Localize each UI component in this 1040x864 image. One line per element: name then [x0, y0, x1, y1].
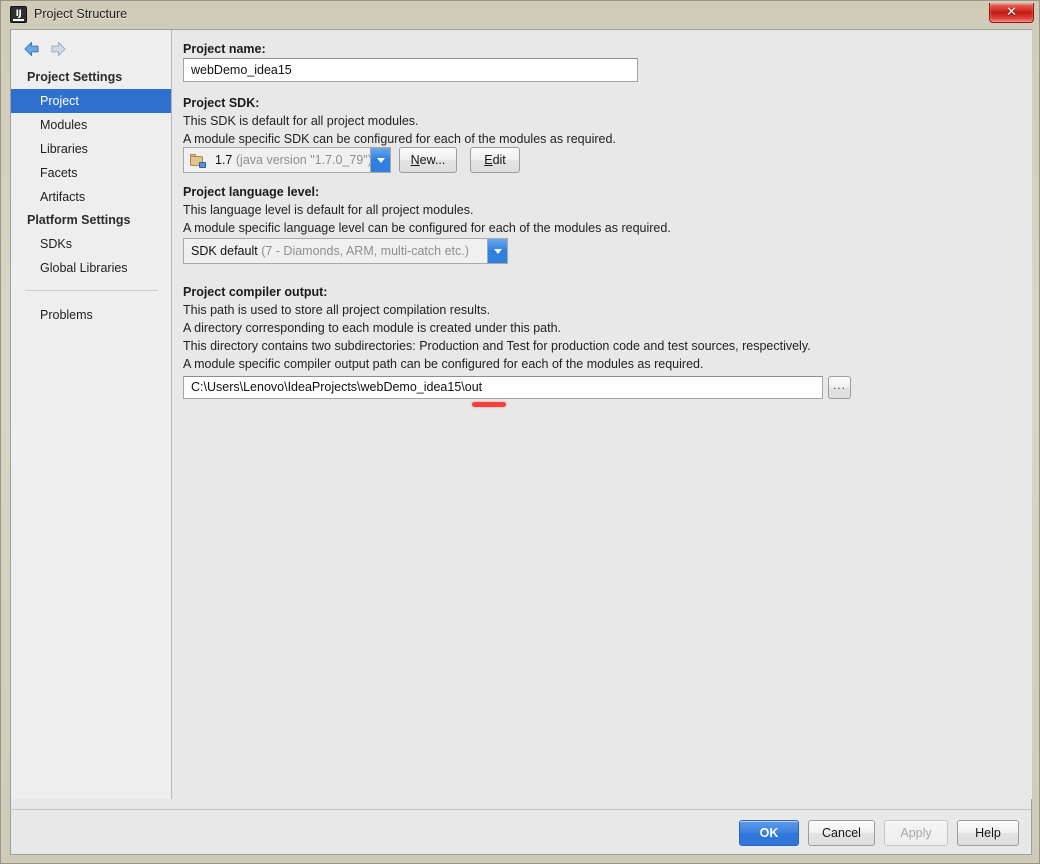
- new-button-mnemonic: N: [410, 153, 420, 167]
- close-icon: ✕: [1006, 5, 1017, 20]
- cancel-button-label: Cancel: [822, 826, 861, 840]
- close-button[interactable]: ✕: [989, 3, 1034, 23]
- edit-sdk-button[interactable]: Edit: [470, 147, 520, 173]
- sidebar-item-project[interactable]: Project: [11, 89, 171, 113]
- sidebar-item-modules[interactable]: Modules: [11, 113, 171, 137]
- edit-button-label: dit: [492, 153, 506, 167]
- project-sdk-value: 1.7 (java version "1.7.0_79"): [208, 153, 370, 167]
- dialog-content: Project Settings Project Modules Librari…: [10, 29, 1032, 809]
- cancel-button[interactable]: Cancel: [808, 820, 875, 846]
- navigation-arrows: [21, 38, 91, 62]
- sidebar-item-artifacts[interactable]: Artifacts: [11, 185, 171, 209]
- arrow-right-icon[interactable]: [47, 38, 69, 60]
- settings-sidebar: Project Settings Project Modules Librari…: [11, 30, 172, 799]
- project-sdk-description-line-2: A module specific SDK can be configured …: [183, 132, 616, 146]
- jdk-folder-icon: [190, 153, 206, 168]
- sidebar-divider: [25, 290, 158, 291]
- new-button-label: ew...: [419, 153, 446, 167]
- ok-button[interactable]: OK: [739, 820, 799, 846]
- project-name-label: Project name:: [183, 42, 266, 56]
- project-sdk-name: 1.7: [215, 153, 233, 167]
- project-settings-panel: Project name: webDemo_idea15 Project SDK…: [173, 30, 1032, 799]
- browse-button-label: ...: [832, 378, 846, 392]
- chevron-down-icon[interactable]: [370, 148, 390, 172]
- ok-button-label: OK: [759, 826, 779, 840]
- title-bar[interactable]: IJ Project Structure ✕: [1, 1, 1039, 29]
- window-title: Project Structure: [34, 7, 128, 21]
- help-button-label: Help: [975, 826, 1001, 840]
- language-level-description-line-1: This language level is default for all p…: [183, 203, 474, 217]
- language-level-value: SDK default (7 - Diamonds, ARM, multi-ca…: [184, 244, 487, 258]
- red-underline-annotation: [472, 402, 506, 407]
- sidebar-group-header-project-settings: Project Settings: [27, 70, 123, 84]
- sidebar-group-header-platform-settings: Platform Settings: [27, 213, 131, 227]
- project-sdk-description-line-1: This SDK is default for all project modu…: [183, 114, 419, 128]
- sidebar-item-facets[interactable]: Facets: [11, 161, 171, 185]
- compiler-output-description-line-3: This directory contains two subdirectori…: [183, 339, 811, 353]
- sidebar-item-global-libraries[interactable]: Global Libraries: [11, 256, 171, 280]
- intellij-idea-icon: IJ: [10, 6, 27, 23]
- compiler-output-path-input[interactable]: C:\Users\Lenovo\IdeaProjects\webDemo_ide…: [183, 376, 823, 399]
- language-level-name: SDK default: [191, 244, 258, 258]
- sidebar-item-problems[interactable]: Problems: [11, 303, 171, 327]
- compiler-output-description-line-1: This path is used to store all project c…: [183, 303, 491, 317]
- edit-button-mnemonic: E: [484, 153, 493, 167]
- arrow-left-icon[interactable]: [21, 38, 43, 60]
- language-level-description-line-2: A module specific language level can be …: [183, 221, 671, 235]
- project-name-input[interactable]: webDemo_idea15: [183, 58, 638, 82]
- apply-button-label: Apply: [900, 826, 932, 840]
- new-sdk-button[interactable]: New...: [399, 147, 457, 173]
- project-structure-dialog: IJ Project Structure ✕ Project Settings …: [0, 0, 1040, 864]
- sidebar-item-libraries[interactable]: Libraries: [11, 137, 171, 161]
- compiler-output-label: Project compiler output:: [183, 285, 328, 299]
- chevron-down-icon[interactable]: [487, 239, 507, 263]
- project-sdk-detail: (java version "1.7.0_79"): [235, 153, 370, 167]
- help-button[interactable]: Help: [957, 820, 1019, 846]
- sidebar-item-sdks[interactable]: SDKs: [11, 232, 171, 256]
- language-level-detail: (7 - Diamonds, ARM, multi-catch etc.): [261, 244, 469, 258]
- compiler-output-description-line-4: A module specific compiler output path c…: [183, 357, 704, 371]
- browse-compiler-output-button[interactable]: ...: [828, 376, 851, 399]
- dialog-button-bar: OK Cancel Apply Help: [10, 809, 1032, 855]
- project-sdk-combobox[interactable]: 1.7 (java version "1.7.0_79"): [183, 147, 391, 173]
- apply-button: Apply: [884, 820, 948, 846]
- language-level-combobox[interactable]: SDK default (7 - Diamonds, ARM, multi-ca…: [183, 238, 508, 264]
- compiler-output-description-line-2: A directory corresponding to each module…: [183, 321, 561, 335]
- language-level-label: Project language level:: [183, 185, 320, 199]
- project-sdk-label: Project SDK:: [183, 96, 260, 110]
